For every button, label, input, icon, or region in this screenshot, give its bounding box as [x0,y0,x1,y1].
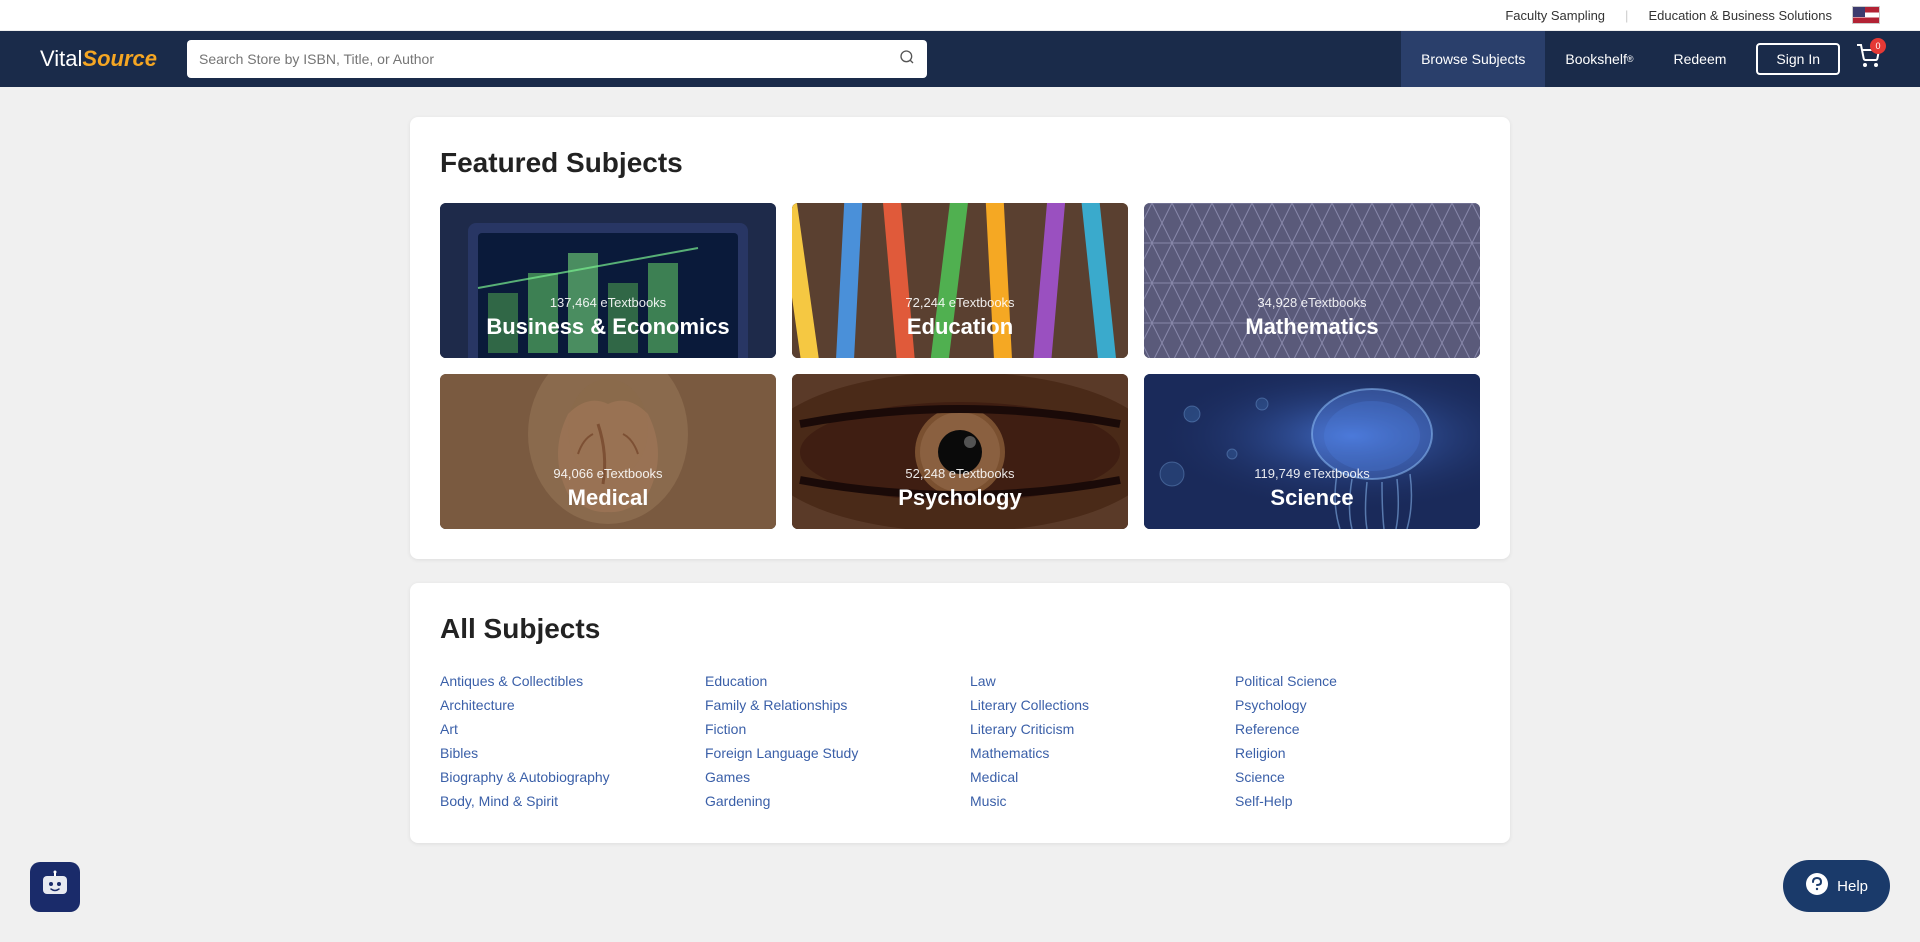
subject-card-education[interactable]: 72,244 eTextbooks Education [792,203,1128,358]
subjects-column-2: Education Family & Relationships Fiction… [705,669,950,813]
subject-link-gardening[interactable]: Gardening [705,789,950,813]
subject-link-foreign-language[interactable]: Foreign Language Study [705,741,950,765]
bookshelf-label: Bookshelf [1565,51,1626,67]
subject-info-mathematics: 34,928 eTextbooks Mathematics [1144,279,1480,358]
subject-link-literary-criticism[interactable]: Literary Criticism [970,717,1215,741]
subject-card-psychology[interactable]: 52,248 eTextbooks Psychology [792,374,1128,529]
subject-link-art[interactable]: Art [440,717,685,741]
subject-count-mathematics: 34,928 eTextbooks [1160,295,1464,310]
help-chat-icon [1805,872,1829,896]
subject-link-biography[interactable]: Biography & Autobiography [440,765,685,789]
all-subjects-title: All Subjects [440,613,1480,645]
subject-link-political-science[interactable]: Political Science [1235,669,1480,693]
subject-count-education: 72,244 eTextbooks [808,295,1112,310]
chatbot-button[interactable] [30,862,80,912]
subject-name-business: Business & Economics [456,314,760,340]
subjects-column-4: Political Science Psychology Reference R… [1235,669,1480,813]
subject-link-literary-collections[interactable]: Literary Collections [970,693,1215,717]
logo[interactable]: VitalSource [40,46,157,72]
subject-card-medical[interactable]: 94,066 eTextbooks Medical [440,374,776,529]
search-container [187,40,927,78]
featured-subjects-grid: 137,464 eTextbooks Business & Economics [440,203,1480,529]
help-button[interactable]: Help [1783,860,1890,912]
logo-source: Source [82,46,157,71]
subject-link-bibles[interactable]: Bibles [440,741,685,765]
chatbot-face-svg [41,870,69,898]
subject-link-reference[interactable]: Reference [1235,717,1480,741]
subject-link-games[interactable]: Games [705,765,950,789]
subject-link-self-help[interactable]: Self-Help [1235,789,1480,813]
subject-info-medical: 94,066 eTextbooks Medical [440,450,776,529]
subject-name-science: Science [1160,485,1464,511]
header-top-bar: Faculty Sampling | Education & Business … [0,0,1920,31]
education-business-link[interactable]: Education & Business Solutions [1648,8,1832,23]
us-flag-icon [1852,6,1880,24]
subject-link-antiques[interactable]: Antiques & Collectibles [440,669,685,693]
chatbot-icon [41,870,69,905]
featured-subjects-title: Featured Subjects [440,147,1480,179]
subject-link-family[interactable]: Family & Relationships [705,693,950,717]
bookshelf-nav-link[interactable]: Bookshelf® [1545,31,1653,87]
subject-info-education: 72,244 eTextbooks Education [792,279,1128,358]
subject-name-psychology: Psychology [808,485,1112,511]
subject-link-medical[interactable]: Medical [970,765,1215,789]
subject-link-psychology[interactable]: Psychology [1235,693,1480,717]
subject-info-psychology: 52,248 eTextbooks Psychology [792,450,1128,529]
search-button[interactable] [899,49,915,70]
subject-count-psychology: 52,248 eTextbooks [808,466,1112,481]
subject-name-medical: Medical [456,485,760,511]
search-input[interactable] [199,51,891,67]
subject-link-mathematics[interactable]: Mathematics [970,741,1215,765]
subject-info-business: 137,464 eTextbooks Business & Economics [440,279,776,358]
subject-count-business: 137,464 eTextbooks [456,295,760,310]
subject-link-religion[interactable]: Religion [1235,741,1480,765]
subject-card-mathematics[interactable]: 34,928 eTextbooks Mathematics [1144,203,1480,358]
subject-count-medical: 94,066 eTextbooks [456,466,760,481]
subject-link-music[interactable]: Music [970,789,1215,813]
registered-mark: ® [1627,54,1634,64]
subject-info-science: 119,749 eTextbooks Science [1144,450,1480,529]
help-label: Help [1837,878,1868,895]
all-subjects-card: All Subjects Antiques & Collectibles Arc… [410,583,1510,843]
subject-link-architecture[interactable]: Architecture [440,693,685,717]
subject-link-body-mind[interactable]: Body, Mind & Spirit [440,789,685,813]
redeem-nav-link[interactable]: Redeem [1653,31,1746,87]
subject-name-education: Education [808,314,1112,340]
subject-card-business[interactable]: 137,464 eTextbooks Business & Economics [440,203,776,358]
subject-link-science[interactable]: Science [1235,765,1480,789]
main-content: Featured Subjects 137,464 [390,87,1530,897]
subject-card-science[interactable]: 119,749 eTextbooks Science [1144,374,1480,529]
sign-in-button[interactable]: Sign In [1756,43,1840,75]
cart-button[interactable]: 0 [1856,44,1880,74]
subject-link-education[interactable]: Education [705,669,950,693]
subject-name-mathematics: Mathematics [1160,314,1464,340]
all-subjects-grid: Antiques & Collectibles Architecture Art… [440,669,1480,813]
faculty-sampling-link[interactable]: Faculty Sampling [1505,8,1605,23]
subject-link-law[interactable]: Law [970,669,1215,693]
nav-links: Browse Subjects Bookshelf® Redeem Sign I… [1401,31,1880,87]
browse-subjects-nav-link[interactable]: Browse Subjects [1401,31,1545,87]
subject-count-science: 119,749 eTextbooks [1160,466,1464,481]
subject-link-fiction[interactable]: Fiction [705,717,950,741]
help-circle-icon [1805,872,1829,900]
navbar: VitalSource Browse Subjects Bookshelf® R… [0,31,1920,87]
logo-vital: Vital [40,46,82,71]
cart-badge: 0 [1870,38,1886,54]
featured-subjects-card: Featured Subjects 137,464 [410,117,1510,559]
subjects-column-3: Law Literary Collections Literary Critic… [970,669,1215,813]
subjects-column-1: Antiques & Collectibles Architecture Art… [440,669,685,813]
header-divider: | [1625,8,1628,23]
